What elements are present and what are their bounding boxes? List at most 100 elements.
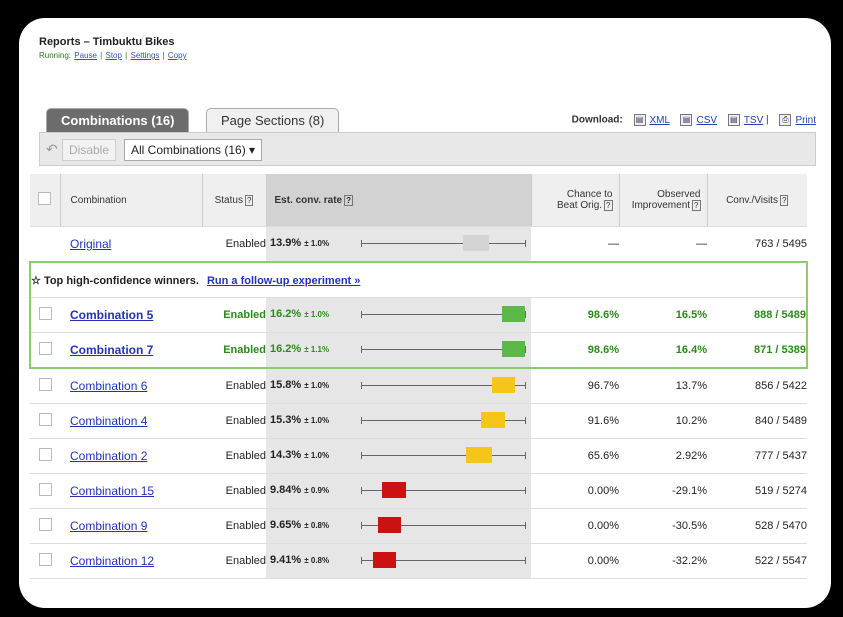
combination-link[interactable]: Combination 6 (70, 379, 147, 393)
select-all-checkbox[interactable] (38, 192, 52, 205)
print-link[interactable]: Print (795, 115, 816, 126)
row-checkbox[interactable] (39, 342, 52, 355)
table-row: Combination 2 Enabled 14.3% ± 1.0% 65.6%… (30, 438, 807, 474)
combination-cell: Combination 2 (60, 438, 202, 474)
header-chance: Chance to Beat Orig.? (531, 174, 620, 227)
combination-link[interactable]: Original (70, 237, 111, 251)
confidence-range-line (361, 346, 526, 353)
combination-link[interactable]: Combination 4 (70, 414, 147, 428)
download-tsv-link[interactable]: TSV (744, 115, 763, 126)
tab-page-sections[interactable]: Page Sections (8) (206, 108, 340, 133)
help-icon[interactable]: ? (779, 194, 789, 206)
row-checkbox[interactable] (38, 378, 52, 391)
follow-up-experiment-link[interactable]: Run a follow-up experiment » (207, 275, 360, 287)
conv-rate: 15.3% ± 1.0% (270, 414, 329, 426)
table-row: Combination 6 Enabled 15.8% ± 1.0% 96.7%… (30, 368, 807, 404)
header-combination: Combination (60, 174, 203, 227)
row-checkbox[interactable] (39, 307, 52, 320)
status-cell: Enabled (202, 543, 266, 579)
conv-rate-interval: ± 1.0% (304, 310, 330, 319)
combination-cell: Combination 7 (60, 332, 202, 369)
improvement-cell: 10.2% (619, 403, 707, 439)
conv-rate-interval: ± 1.0% (304, 451, 330, 460)
combination-link[interactable]: Combination 12 (70, 554, 154, 568)
conv-rate-interval: ± 1.0% (304, 239, 330, 248)
combination-cell: Combination 15 (60, 473, 202, 509)
download-xml-link[interactable]: XML (650, 115, 670, 126)
report-panel: Reports – Timbuktu Bikes Running: Pause … (19, 18, 831, 608)
chance-cell: 96.7% (531, 368, 619, 404)
combination-link[interactable]: Combination 2 (70, 449, 147, 463)
combination-link[interactable]: Combination 7 (70, 343, 153, 357)
chance-cell: — (531, 226, 619, 263)
help-icon[interactable]: ? (244, 194, 254, 206)
table-row: Combination 5 Enabled 16.2% ± 1.0% 98.6%… (29, 297, 808, 333)
row-checkbox-cell (30, 473, 60, 509)
conv-rate-interval: ± 1.0% (304, 381, 330, 390)
combination-cell: Combination 9 (60, 508, 202, 544)
row-checkbox-cell (30, 543, 60, 579)
combination-link[interactable]: Combination 5 (70, 308, 153, 322)
tab-combinations[interactable]: Combinations (16) (46, 108, 190, 133)
status-cell: Enabled (202, 297, 266, 333)
pause-link[interactable]: Pause (74, 51, 97, 60)
toolbar: ↶ Disable All Combinations (16) ▾ (39, 132, 816, 166)
help-icon[interactable]: ? (344, 194, 354, 206)
improvement-cell: -30.5% (619, 508, 707, 544)
conv-visits-cell: 519 / 5274 (707, 473, 807, 509)
conv-rate: 15.8% ± 1.0% (270, 379, 329, 391)
winners-text: Top high-confidence winners. (43, 274, 199, 287)
download-csv-link[interactable]: CSV (696, 115, 717, 126)
xml-icon: ▤ (633, 114, 646, 126)
confidence-bar (381, 482, 406, 498)
row-checkbox[interactable] (38, 483, 52, 496)
combinations-table: Combination Status? Est. conv. rate? Cha… (29, 174, 808, 579)
download-bar: Download: ▤ XML ▤ CSV ▤ TSV | ⎙ Print (571, 114, 816, 126)
combination-filter-select[interactable]: All Combinations (16) ▾ (124, 139, 263, 161)
status-cell: Enabled (202, 508, 266, 544)
disable-button[interactable]: Disable (62, 139, 117, 161)
row-checkbox[interactable] (38, 413, 52, 426)
tsv-icon: ▤ (727, 114, 740, 126)
combination-link[interactable]: Combination 9 (70, 519, 147, 533)
est-conv-rate-cell: 16.2% ± 1.1% (266, 332, 531, 369)
confidence-bar (466, 447, 493, 463)
row-checkbox[interactable] (38, 448, 52, 461)
header-improvement-line2: Improvement (631, 200, 691, 211)
conv-visits-cell: 840 / 5489 (707, 403, 807, 439)
conv-rate-value: 15.3% (270, 414, 302, 426)
conv-rate-value: 9.65% (270, 519, 302, 531)
table-header-row: Combination Status? Est. conv. rate? Cha… (30, 174, 807, 227)
tab-bar: Combinations (16) Page Sections (8) Down… (46, 108, 816, 133)
conv-rate-value: 16.2% (270, 308, 302, 320)
header-improvement: Observed Improvement? (619, 174, 708, 227)
conv-rate-value: 15.8% (270, 379, 302, 391)
confidence-bar (480, 412, 506, 428)
page-title: Reports – Timbuktu Bikes (39, 36, 175, 48)
help-icon[interactable]: ? (604, 200, 613, 211)
row-checkbox[interactable] (38, 553, 52, 566)
status-cell: Enabled (202, 332, 266, 369)
copy-link[interactable]: Copy (168, 51, 187, 60)
settings-link[interactable]: Settings (130, 51, 159, 60)
header-status-label: Status (214, 194, 243, 206)
chance-cell: 98.6% (531, 297, 619, 333)
row-checkbox-cell (30, 368, 60, 404)
est-conv-rate-cell: 14.3% ± 1.0% (266, 438, 531, 474)
stop-link[interactable]: Stop (105, 51, 121, 60)
conv-visits-cell: 871 / 5389 (707, 332, 808, 369)
table-row: Combination 12 Enabled 9.41% ± 0.8% 0.00… (30, 543, 807, 579)
header-checkbox-cell (30, 174, 61, 227)
status-cell: Enabled (202, 226, 266, 263)
conv-rate-value: 13.9% (270, 237, 302, 249)
help-icon[interactable]: ? (692, 200, 701, 211)
conv-rate: 16.2% ± 1.1% (270, 343, 329, 355)
row-checkbox[interactable] (38, 518, 52, 531)
chance-cell: 0.00% (531, 508, 619, 544)
status-cell: Enabled (202, 473, 266, 509)
combination-link[interactable]: Combination 15 (70, 484, 154, 498)
undo-icon: ↶ (46, 141, 58, 157)
confidence-range-line (361, 240, 526, 247)
combination-cell: Combination 5 (60, 297, 202, 333)
status-label: Running: (39, 51, 72, 60)
